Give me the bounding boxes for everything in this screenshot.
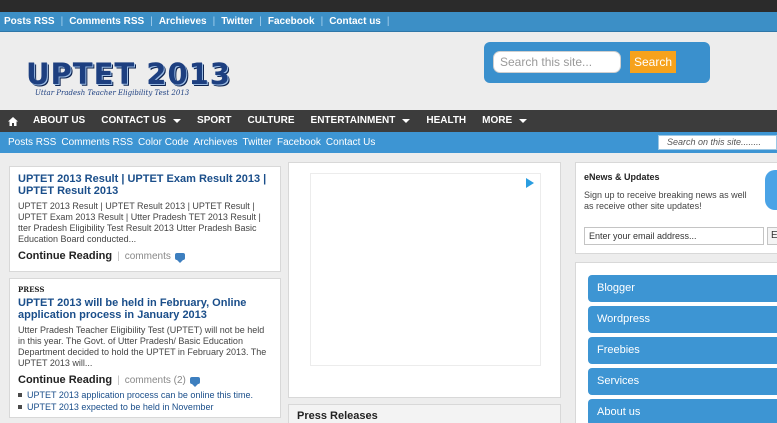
chevron-down-icon	[402, 119, 411, 123]
comment-icon	[189, 376, 200, 387]
post-footer: Continue Reading | comments (2)	[18, 374, 272, 387]
separator: |	[212, 16, 216, 27]
subnav-link-twitter[interactable]: Twitter	[243, 137, 272, 148]
twitter-bird-icon[interactable]	[765, 170, 777, 210]
nav-label: HEALTH	[426, 115, 467, 126]
top-link-facebook[interactable]: Facebook	[268, 16, 315, 27]
comments-link[interactable]: comments	[125, 251, 171, 262]
header-search-box: Search this site... Search	[484, 42, 710, 83]
separator: |	[117, 250, 120, 262]
top-links-bar: Posts RSS | Comments RSS | Archieves | Twit…	[0, 12, 777, 32]
subnav-link-posts-rss[interactable]: Posts RSS	[8, 137, 56, 148]
post-footer: Continue Reading | comments	[18, 250, 272, 263]
subnav-link-archieves[interactable]: Archieves	[194, 137, 238, 148]
nav-item-contact-us[interactable]: CONTACT US	[93, 110, 189, 132]
category-link-services[interactable]: Services	[588, 368, 777, 395]
header-search-button[interactable]: Search	[630, 51, 676, 73]
category-links-widget: Blogger Wordpress Freebies Services Abou…	[575, 262, 777, 423]
top-link-comments-rss[interactable]: Comments RSS	[69, 16, 144, 27]
comments-link[interactable]: comments (2)	[125, 375, 186, 386]
nav-label: CONTACT US	[101, 115, 167, 126]
nav-item-culture[interactable]: CULTURE	[240, 110, 303, 132]
continue-reading-link[interactable]: Continue Reading	[18, 374, 112, 386]
post-title[interactable]: UPTET 2013 Result | UPTET Exam Result 20…	[18, 173, 272, 197]
subnav-link-comments-rss[interactable]: Comments RSS	[61, 137, 133, 148]
widget-title: Press Releases	[297, 410, 378, 422]
subnav-link-contact-us[interactable]: Contact Us	[326, 137, 375, 148]
comment-icon	[174, 252, 185, 263]
separator: |	[259, 16, 262, 27]
top-link-archieves[interactable]: Archieves	[159, 16, 207, 27]
separator: |	[117, 374, 120, 386]
related-post-link[interactable]: UPTET 2013 application process can be on…	[18, 389, 272, 401]
top-link-posts-rss[interactable]: Posts RSS	[4, 16, 55, 27]
top-shadow-strip	[0, 0, 777, 12]
main-nav: ABOUT US CONTACT US SPORT CULTURE ENTERT…	[0, 110, 777, 132]
nav-item-health[interactable]: HEALTH	[418, 110, 474, 132]
ad-slot[interactable]	[310, 173, 541, 366]
post-excerpt: UPTET 2013 Result | UPTET Result 2013 | …	[18, 201, 261, 244]
subscribe-button[interactable]: E	[767, 227, 777, 245]
top-link-twitter[interactable]: Twitter	[221, 16, 253, 27]
separator: |	[150, 16, 153, 27]
nav-item-entertainment[interactable]: ENTERTAINMENT	[303, 110, 419, 132]
enews-widget: eNews & Updates Sign up to receive break…	[575, 162, 777, 254]
chevron-down-icon	[519, 119, 528, 123]
site-tagline: Uttar Pradesh Teacher Eligibility Test 2…	[35, 89, 190, 97]
post-title[interactable]: UPTET 2013 will be held in February, Onl…	[18, 297, 272, 321]
category-link-about-us[interactable]: About us	[588, 399, 777, 423]
separator: |	[386, 16, 390, 27]
email-field[interactable]: Enter your email address...	[584, 227, 764, 245]
nav-label: SPORT	[197, 115, 232, 126]
post-card: PRESS UPTET 2013 will be held in Februar…	[9, 278, 281, 418]
post-excerpt: Utter Pradesh Teacher Eligibility Test (…	[18, 325, 267, 368]
widget-title: eNews & Updates	[584, 172, 660, 182]
nav-item-sport[interactable]: SPORT	[189, 110, 239, 132]
nav-label: MORE	[482, 115, 513, 126]
category-link-blogger[interactable]: Blogger	[588, 275, 777, 302]
separator: |	[60, 16, 64, 27]
home-icon[interactable]	[0, 110, 25, 132]
nav-label: ENTERTAINMENT	[310, 115, 396, 126]
nav-label: CULTURE	[247, 115, 295, 126]
separator: |	[320, 16, 324, 27]
press-releases-widget: Press Releases	[288, 404, 561, 423]
nav-item-about-us[interactable]: ABOUT US	[25, 110, 93, 132]
chevron-down-icon	[173, 119, 182, 123]
top-link-contact-us[interactable]: Contact us	[329, 16, 381, 27]
category-link-freebies[interactable]: Freebies	[588, 337, 777, 364]
post-card: UPTET 2013 Result | UPTET Exam Result 20…	[9, 166, 281, 272]
post-category-label[interactable]: PRESS	[18, 285, 272, 294]
subnav-link-facebook[interactable]: Facebook	[277, 137, 321, 148]
continue-reading-link[interactable]: Continue Reading	[18, 250, 112, 262]
ad-panel	[288, 162, 561, 398]
ad-choices-icon[interactable]	[526, 178, 534, 188]
related-posts-list: UPTET 2013 application process can be on…	[18, 389, 272, 413]
nav-label: ABOUT US	[33, 115, 86, 126]
header-search-input[interactable]: Search this site...	[493, 51, 621, 73]
subnav-search-input[interactable]: Search on this site........	[658, 135, 777, 150]
related-post-link[interactable]: UPTET 2013 expected to be held in Novemb…	[18, 401, 272, 413]
sub-nav: Posts RSS Comments RSS Color Code Archie…	[0, 132, 777, 153]
site-logo[interactable]: UPTET 2013	[26, 57, 231, 91]
nav-item-more[interactable]: MORE	[474, 110, 535, 132]
subnav-link-color-code[interactable]: Color Code	[138, 137, 189, 148]
category-link-wordpress[interactable]: Wordpress	[588, 306, 777, 333]
enews-description: Sign up to receive breaking news as well…	[584, 190, 747, 211]
site-header: UPTET 2013 Uttar Pradesh Teacher Eligibi…	[0, 33, 777, 110]
